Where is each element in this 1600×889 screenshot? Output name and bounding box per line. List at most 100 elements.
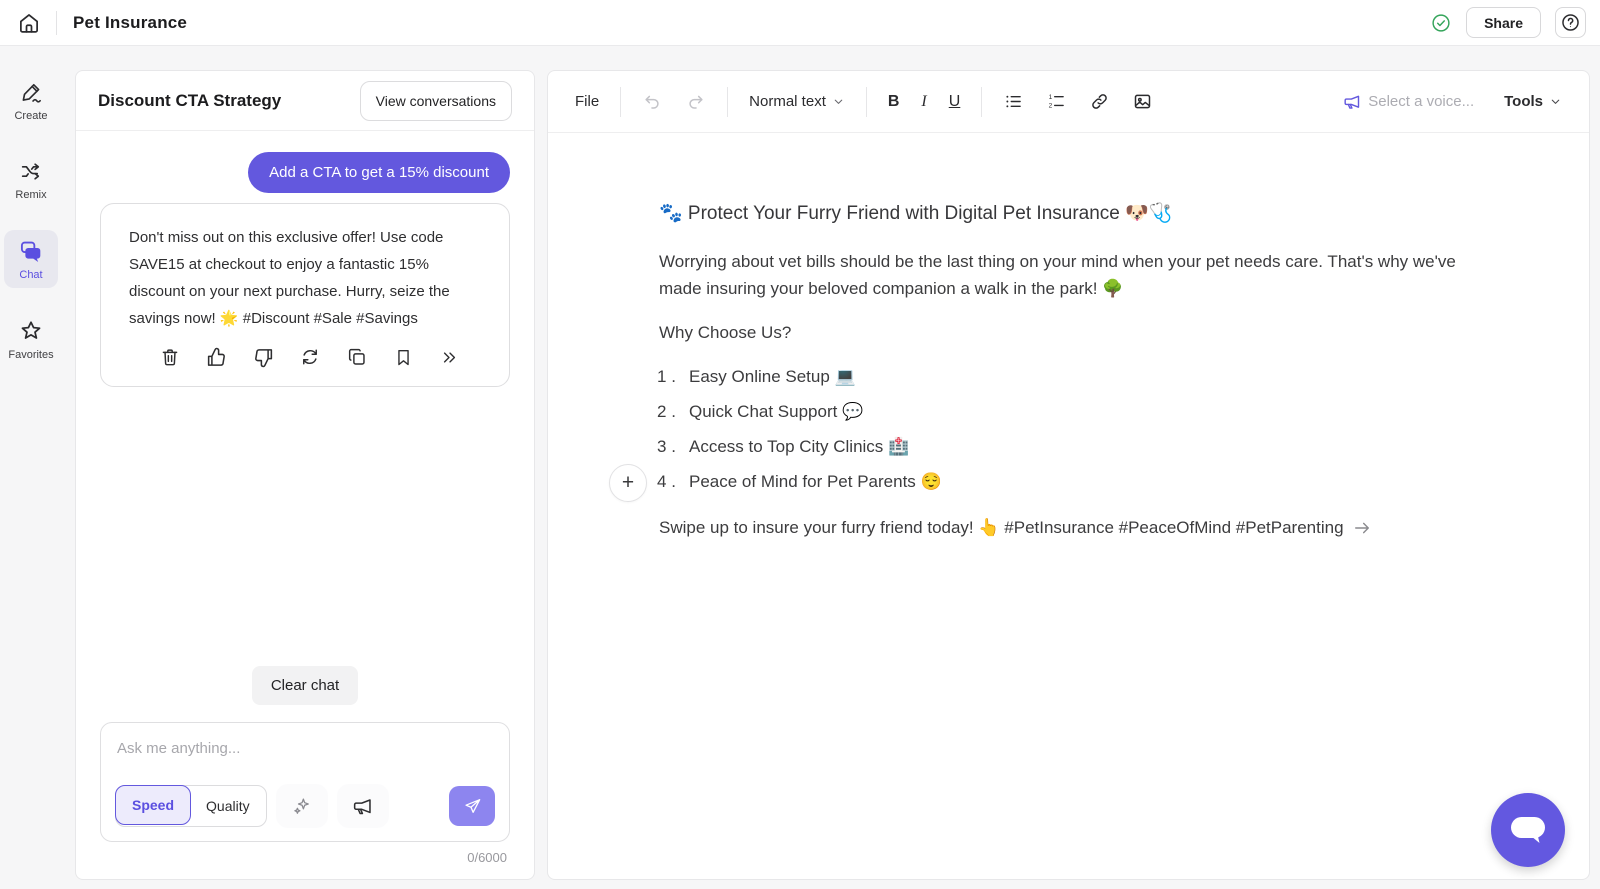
toolbar-divider — [727, 87, 728, 117]
thumbs-down-icon — [252, 346, 275, 369]
share-button[interactable]: Share — [1466, 7, 1541, 38]
list-item: Peace of Mind for Pet Parents 😌 — [659, 472, 1459, 492]
send-button[interactable] — [449, 786, 495, 826]
document-closing: Swipe up to insure your furry friend tod… — [659, 518, 1344, 538]
image-icon — [1132, 91, 1153, 112]
widget-chat-icon — [1509, 814, 1547, 846]
support-chat-widget-button[interactable] — [1491, 793, 1565, 867]
copy-icon — [346, 346, 368, 368]
file-menu[interactable]: File — [568, 87, 606, 116]
delete-message-button[interactable] — [157, 344, 183, 370]
voice-button[interactable] — [337, 784, 389, 828]
view-conversations-button[interactable]: View conversations — [360, 81, 512, 121]
select-voice-label: Select a voice... — [1368, 93, 1474, 110]
quality-mode-button[interactable]: Quality — [190, 786, 266, 826]
ordered-list-icon: 1 2 — [1046, 91, 1067, 112]
home-button[interactable] — [14, 8, 44, 38]
chat-composer: Ask me anything... Speed Quality — [100, 722, 510, 842]
chevron-down-icon — [1549, 95, 1562, 108]
bookmark-icon — [393, 347, 414, 368]
redo-button[interactable] — [678, 85, 713, 118]
megaphone-icon — [1342, 92, 1362, 112]
link-button[interactable] — [1082, 85, 1117, 118]
italic-button[interactable]: I — [914, 87, 933, 117]
chat-messages: Add a CTA to get a 15% discount Don't mi… — [76, 131, 534, 842]
speed-mode-button[interactable]: Speed — [115, 785, 191, 825]
help-icon — [1560, 12, 1581, 33]
editor-body: + 🐾 Protect Your Furry Friend with Digit… — [548, 133, 1589, 879]
underline-button[interactable]: U — [942, 87, 968, 117]
left-rail: Create Remix Chat — [0, 46, 62, 889]
thumbs-up-icon — [205, 346, 228, 369]
home-icon — [16, 10, 42, 36]
arrow-right-icon — [1352, 518, 1372, 538]
sidebar-item-create[interactable]: Create — [4, 72, 58, 129]
more-actions-button[interactable] — [437, 344, 463, 370]
list-item: Access to Top City Clinics 🏥 — [659, 437, 1459, 457]
more-chevrons-icon — [439, 347, 460, 368]
link-icon — [1089, 91, 1110, 112]
send-icon — [462, 796, 483, 817]
bookmark-button[interactable] — [390, 344, 416, 370]
bullet-list-icon — [1003, 91, 1024, 112]
text-style-value: Normal text — [749, 93, 826, 110]
topbar-divider — [56, 11, 57, 35]
mode-toggle: Speed Quality — [115, 785, 267, 827]
saved-check-icon — [1430, 12, 1452, 34]
document-heading: 🐾 Protect Your Furry Friend with Digital… — [659, 201, 1459, 225]
improve-prompt-button[interactable] — [276, 784, 328, 828]
megaphone-icon — [351, 795, 374, 818]
sidebar-item-chat[interactable]: Chat — [4, 230, 58, 288]
insert-image-button[interactable] — [1125, 85, 1160, 118]
thumbs-down-button[interactable] — [250, 344, 276, 370]
bold-button[interactable]: B — [881, 87, 907, 117]
undo-button[interactable] — [635, 85, 670, 118]
chat-input[interactable]: Ask me anything... — [115, 738, 495, 760]
redo-icon — [685, 91, 706, 112]
assistant-message-text: Don't miss out on this exclusive offer! … — [129, 224, 481, 332]
sidebar-item-label: Create — [14, 110, 47, 122]
svg-text:2: 2 — [1049, 103, 1053, 110]
page-title: Pet Insurance — [73, 13, 187, 33]
ordered-list-button[interactable]: 1 2 — [1039, 85, 1074, 118]
toolbar-divider — [981, 87, 982, 117]
toolbar-divider — [620, 87, 621, 117]
tools-menu[interactable]: Tools — [1497, 87, 1569, 116]
user-message-bubble: Add a CTA to get a 15% discount — [248, 152, 510, 193]
sidebar-item-label: Remix — [15, 189, 46, 201]
help-button[interactable] — [1555, 7, 1586, 38]
chat-panel: Discount CTA Strategy View conversations… — [75, 70, 535, 880]
select-voice-button[interactable]: Select a voice... — [1335, 86, 1481, 118]
list-item: Easy Online Setup 💻 — [659, 367, 1459, 387]
chevron-down-icon — [832, 95, 845, 108]
document-subheading: Why Choose Us? — [659, 323, 1459, 343]
create-icon — [19, 80, 44, 105]
sidebar-item-label: Chat — [19, 269, 42, 281]
text-style-selector[interactable]: Normal text — [742, 87, 852, 116]
editor-panel: File Normal text — [547, 70, 1590, 880]
char-counter: 0/6000 — [102, 850, 508, 865]
chat-panel-header: Discount CTA Strategy View conversations — [76, 71, 534, 131]
bullet-list-button[interactable] — [996, 85, 1031, 118]
thumbs-up-button[interactable] — [204, 344, 230, 370]
document-paragraph: Worrying about vet bills should be the l… — [659, 248, 1459, 302]
sidebar-item-remix[interactable]: Remix — [4, 151, 58, 208]
add-block-button[interactable]: + — [609, 464, 647, 502]
regenerate-button[interactable] — [297, 344, 323, 370]
top-bar: Pet Insurance Share — [0, 0, 1600, 46]
remix-icon — [19, 159, 44, 184]
sparkles-icon — [291, 795, 313, 817]
document-content[interactable]: 🐾 Protect Your Furry Friend with Digital… — [659, 201, 1459, 538]
message-actions — [157, 344, 463, 370]
copy-button[interactable] — [344, 344, 370, 370]
assistant-message-card: Don't miss out on this exclusive offer! … — [100, 203, 510, 387]
undo-icon — [642, 91, 663, 112]
chat-icon — [18, 238, 44, 264]
clear-chat-button[interactable]: Clear chat — [252, 666, 358, 705]
editor-toolbar: File Normal text — [548, 71, 1589, 133]
sidebar-item-favorites[interactable]: Favorites — [4, 310, 58, 368]
regenerate-icon — [299, 346, 321, 368]
toolbar-divider — [866, 87, 867, 117]
document-list: Easy Online Setup 💻 Quick Chat Support 💬… — [659, 367, 1459, 492]
tools-label: Tools — [1504, 93, 1543, 110]
